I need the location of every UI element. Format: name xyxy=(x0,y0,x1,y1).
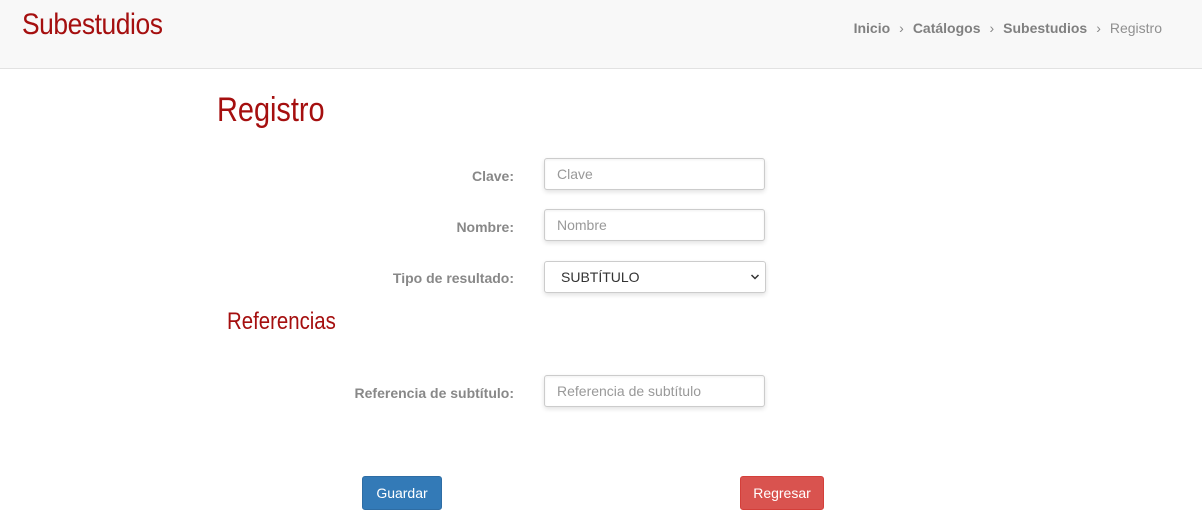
nombre-input[interactable] xyxy=(544,209,765,241)
save-button[interactable]: Guardar xyxy=(362,476,442,510)
tipo-resultado-select[interactable]: SUBTÍTULO xyxy=(544,261,766,293)
breadcrumb-inicio[interactable]: Inicio xyxy=(854,20,891,36)
nombre-label: Nombre: xyxy=(456,219,514,235)
breadcrumb: Inicio › Catálogos › Subestudios › Regis… xyxy=(854,20,1162,36)
clave-label: Clave: xyxy=(471,168,514,184)
top-navbar: Subestudios Inicio › Catálogos › Subestu… xyxy=(0,0,1202,69)
referencia-subtitulo-label: Referencia de subtítulo: xyxy=(354,385,514,401)
clave-input[interactable] xyxy=(544,158,765,190)
chevron-right-icon: › xyxy=(899,20,904,36)
breadcrumb-registro: Registro xyxy=(1109,20,1162,36)
referencias-heading: Referencias xyxy=(227,308,336,335)
chevron-right-icon: › xyxy=(989,20,995,36)
tipo-resultado-label: Tipo de resultado: xyxy=(392,270,514,286)
chevron-down-icon xyxy=(750,274,760,280)
tipo-resultado-value: SUBTÍTULO xyxy=(561,269,640,285)
back-button[interactable]: Regresar xyxy=(740,476,824,510)
chevron-right-icon: › xyxy=(1096,20,1101,36)
page-title: Registro xyxy=(217,91,325,129)
referencia-subtitulo-input[interactable] xyxy=(544,375,765,407)
app-title: Subestudios xyxy=(22,8,163,41)
breadcrumb-catalogos[interactable]: Catálogos xyxy=(913,20,981,36)
breadcrumb-subestudios[interactable]: Subestudios xyxy=(1003,20,1087,36)
